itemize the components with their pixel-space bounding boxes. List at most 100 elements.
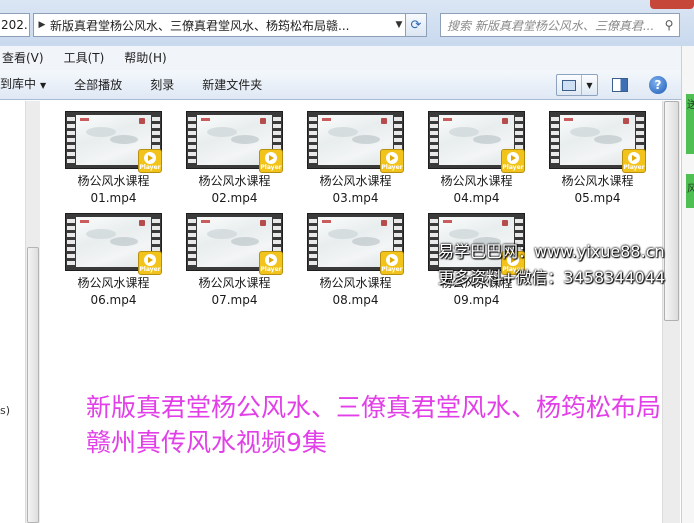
- play-icon: [628, 151, 640, 164]
- file-item[interactable]: Player 杨公风水课程 02.mp4: [174, 109, 295, 209]
- player-badge-label: Player: [260, 265, 282, 273]
- file-name-line2: 06.mp4: [90, 293, 137, 307]
- player-badge-icon: Player: [380, 251, 404, 275]
- file-name-line1: 杨公风水课程: [319, 276, 392, 290]
- play-all-button[interactable]: 全部播放: [60, 70, 136, 100]
- watermark-line-2: 更多资料+微信：3458344044: [438, 268, 666, 287]
- player-badge-icon: Player: [138, 251, 162, 275]
- play-icon: [265, 151, 277, 164]
- play-icon: [386, 151, 398, 164]
- video-thumbnail: Player: [186, 111, 283, 173]
- player-badge-icon: Player: [259, 251, 283, 275]
- play-icon: [144, 151, 156, 164]
- play-icon: [144, 253, 156, 266]
- player-badge-label: Player: [623, 163, 645, 171]
- menu-view[interactable]: 查看(V): [0, 46, 54, 70]
- file-name-line2: 09.mp4: [453, 293, 500, 307]
- nav-scrollbar-thumb[interactable]: [27, 247, 39, 523]
- video-thumbnail: Player: [428, 111, 525, 173]
- search-placeholder: 搜索 新版真君堂杨公风水、三僚真君...: [447, 18, 655, 33]
- background-window-edge: 送 风: [681, 46, 694, 523]
- preview-pane-icon[interactable]: [612, 78, 628, 92]
- video-thumbnail: Player: [307, 213, 404, 275]
- file-name: 杨公风水课程 05.mp4: [561, 173, 633, 207]
- address-toolbar: 202... ▶ 新版真君堂杨公风水、三僚真君堂风水、杨筠松布局赣... ▼ ⟳…: [0, 0, 694, 46]
- file-name-line2: 02.mp4: [211, 191, 258, 205]
- file-item[interactable]: Player 杨公风水课程 03.mp4: [295, 109, 416, 209]
- player-badge-label: Player: [139, 265, 161, 273]
- video-thumbnail: Player: [65, 213, 162, 275]
- new-folder-button[interactable]: 新建文件夹: [188, 70, 276, 100]
- file-name-line1: 杨公风水课程: [198, 174, 271, 188]
- player-badge-icon: Player: [138, 149, 162, 173]
- help-icon[interactable]: ?: [649, 76, 667, 94]
- player-badge-icon: Player: [622, 149, 646, 173]
- breadcrumb-arrow-icon[interactable]: ▶: [36, 20, 48, 30]
- play-icon: [265, 253, 277, 266]
- view-icon: [557, 79, 581, 91]
- file-name-line2: 07.mp4: [211, 293, 258, 307]
- file-name: 杨公风水课程 08.mp4: [319, 275, 391, 309]
- file-name: 杨公风水课程 07.mp4: [198, 275, 270, 309]
- player-badge-label: Player: [381, 163, 403, 171]
- file-name-line1: 杨公风水课程: [198, 276, 271, 290]
- file-name-line1: 杨公风水课程: [561, 174, 634, 188]
- refresh-icon[interactable]: ⟳: [405, 13, 427, 37]
- watermark-line-1: 易学巴巴网：www.yixue88.cn: [438, 242, 665, 261]
- menu-bar: 查看(V) 工具(T) 帮助(H): [0, 46, 694, 70]
- file-name: 杨公风水课程 04.mp4: [440, 173, 512, 207]
- file-name-line2: 04.mp4: [453, 191, 500, 205]
- chevron-down-icon[interactable]: ▼: [581, 75, 597, 95]
- file-item[interactable]: Player 杨公风水课程 01.mp4: [53, 109, 174, 209]
- file-name-line1: 杨公风水课程: [440, 174, 513, 188]
- file-name: 杨公风水课程 01.mp4: [77, 173, 149, 207]
- file-name-line1: 杨公风水课程: [77, 174, 150, 188]
- player-badge-label: Player: [502, 163, 524, 171]
- player-badge-icon: Player: [259, 149, 283, 173]
- burn-button[interactable]: 刻录: [136, 70, 188, 100]
- player-badge-icon: Player: [380, 149, 404, 173]
- file-name-line2: 05.mp4: [574, 191, 621, 205]
- search-icon[interactable]: ⚲: [659, 18, 679, 32]
- address-dropdown-icon[interactable]: ▼: [392, 20, 406, 30]
- player-badge-label: Player: [139, 163, 161, 171]
- file-item[interactable]: Player 杨公风水课程 08.mp4: [295, 211, 416, 311]
- file-item[interactable]: Player 杨公风水课程 04.mp4: [416, 109, 537, 209]
- chevron-down-icon: ▼: [40, 80, 47, 90]
- video-thumbnail: Player: [65, 111, 162, 173]
- close-window-button[interactable]: [650, 0, 694, 9]
- file-item[interactable]: Player 杨公风水课程 07.mp4: [174, 211, 295, 311]
- menu-help[interactable]: 帮助(H): [114, 46, 176, 70]
- file-name-line2: 03.mp4: [332, 191, 379, 205]
- nav-scrollbar[interactable]: [25, 101, 40, 523]
- include-in-library-button[interactable]: 到库中 ▼: [0, 69, 60, 101]
- player-badge-label: Player: [260, 163, 282, 171]
- file-name: 杨公风水课程 03.mp4: [319, 173, 391, 207]
- file-item[interactable]: Player 杨公风水课程 05.mp4: [537, 109, 658, 209]
- address-path[interactable]: 新版真君堂杨公风水、三僚真君堂风水、杨筠松布局赣...: [48, 17, 392, 34]
- play-icon: [507, 151, 519, 164]
- address-bar[interactable]: ▶ 新版真君堂杨公风水、三僚真君堂风水、杨筠松布局赣... ▼: [33, 13, 407, 37]
- previous-location[interactable]: 202...: [0, 13, 30, 37]
- edge-text-2: 风: [687, 184, 694, 195]
- video-thumbnail: Player: [307, 111, 404, 173]
- file-name: 杨公风水课程 06.mp4: [77, 275, 149, 309]
- file-name-line2: 01.mp4: [90, 191, 137, 205]
- player-badge-icon: Player: [501, 149, 525, 173]
- nav-item-label[interactable]: s): [0, 404, 10, 417]
- edge-text-1: 送: [687, 100, 694, 111]
- file-name-line2: 08.mp4: [332, 293, 379, 307]
- video-thumbnail: Player: [186, 213, 283, 275]
- file-name-line1: 杨公风水课程: [319, 174, 392, 188]
- video-thumbnail: Player: [549, 111, 646, 173]
- player-badge-label: Player: [381, 265, 403, 273]
- scrollbar-thumb[interactable]: [664, 101, 679, 321]
- file-name-line1: 杨公风水课程: [77, 276, 150, 290]
- play-icon: [386, 253, 398, 266]
- search-input[interactable]: 搜索 新版真君堂杨公风水、三僚真君... ⚲: [440, 13, 680, 37]
- file-name: 杨公风水课程 02.mp4: [198, 173, 270, 207]
- file-item[interactable]: Player 杨公风水课程 06.mp4: [53, 211, 174, 311]
- change-view-button[interactable]: ▼: [556, 74, 598, 96]
- menu-tools[interactable]: 工具(T): [54, 46, 115, 70]
- caption-overlay: 新版真君堂杨公风水、三僚真君堂风水、杨筠松布局赣州真传风水视频9集: [86, 393, 662, 457]
